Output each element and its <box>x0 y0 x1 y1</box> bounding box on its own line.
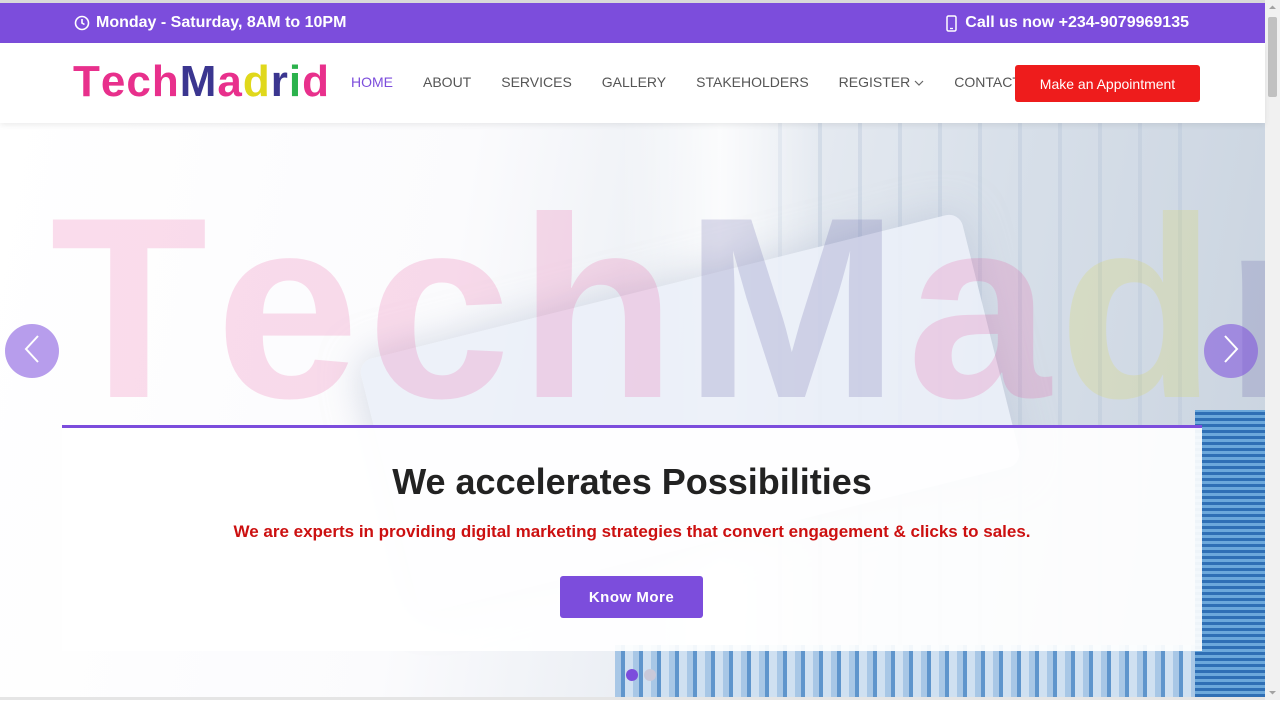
scrollbar-thumb[interactable] <box>1268 17 1277 97</box>
nav-item-label: SERVICES <box>501 74 572 90</box>
logo-letter: h <box>151 57 180 106</box>
make-appointment-button[interactable]: Make an Appointment <box>1015 65 1200 102</box>
logo-letter: i <box>288 57 303 106</box>
nav-item-stakeholders[interactable]: STAKEHOLDERS <box>696 74 809 90</box>
watermark-letter: M <box>684 163 908 452</box>
hero-background-city <box>615 645 1265 700</box>
slider-dot[interactable] <box>644 669 656 681</box>
watermark-letter: d <box>1058 163 1225 452</box>
hero-slider: TechMadrid We accelerates Possibilities … <box>0 123 1265 700</box>
watermark-letter: h <box>518 163 685 452</box>
hero-subtitle: We are experts in providing digital mark… <box>233 522 1031 541</box>
nav-item-label: GALLERY <box>601 74 667 90</box>
business-hours-text: Monday - Saturday, 8AM to 10PM <box>96 14 347 31</box>
nav-item-home[interactable]: HOME <box>351 74 393 90</box>
slider-dot[interactable] <box>626 669 638 681</box>
chevron-left-icon <box>23 334 41 369</box>
slider-prev-button[interactable] <box>5 324 59 378</box>
logo-letter: e <box>100 57 127 106</box>
top-info-bar: Monday - Saturday, 8AM to 10PM Call us n… <box>0 3 1265 43</box>
scroll-down-arrow-icon[interactable] <box>1265 685 1280 700</box>
phone-text[interactable]: Call us now +234-9079969135 <box>965 14 1189 32</box>
nav-item-label: HOME <box>351 74 393 90</box>
logo-letter: a <box>217 57 243 106</box>
main-navigation: HOME ABOUT SERVICES GALLERY STAKEHOLDERS REGI… <box>351 74 1051 90</box>
nav-item-label: ABOUT <box>423 74 472 90</box>
slider-next-button[interactable] <box>1204 324 1258 378</box>
logo-letter: r <box>270 57 289 106</box>
nav-item-contact[interactable]: CONTACT <box>954 74 1021 90</box>
logo-letter: c <box>126 57 152 106</box>
logo-letter: T <box>73 57 101 106</box>
nav-item-about[interactable]: ABOUT <box>423 74 471 90</box>
page-scrollbar[interactable] <box>1265 0 1280 700</box>
logo-letter: M <box>179 57 218 106</box>
phone-icon <box>946 14 958 32</box>
logo-letter: d <box>302 57 331 106</box>
watermark-letter: T <box>50 163 216 452</box>
nav-item-label: CONTACT <box>954 74 1021 90</box>
watermark-letter: r <box>1224 178 1265 438</box>
nav-item-gallery[interactable]: GALLERY <box>602 74 666 90</box>
chevron-down-icon <box>914 74 924 90</box>
scroll-up-arrow-icon[interactable] <box>1265 0 1280 15</box>
know-more-button[interactable]: Know More <box>560 576 703 618</box>
logo-watermark: TechMadrid <box>50 178 1265 438</box>
watermark-letter: c <box>367 163 519 452</box>
hero-title: We accelerates Possibilities <box>392 461 872 502</box>
techmadrid-logo[interactable]: TechMadrid <box>73 55 330 109</box>
slider-indicators <box>626 669 656 681</box>
chevron-right-icon <box>1222 334 1240 369</box>
watermark-letter: a <box>907 163 1059 452</box>
site-header: TechMadrid HOME ABOUT SERVICES GALLERY STAKE… <box>0 43 1265 123</box>
nav-item-label: REGISTER <box>838 74 911 90</box>
nav-item-label: STAKEHOLDERS <box>696 74 809 90</box>
business-hours: Monday - Saturday, 8AM to 10PM <box>74 14 346 32</box>
clock-icon <box>74 15 90 31</box>
hero-caption-box: We accelerates Possibilities We are expe… <box>62 425 1202 651</box>
hero-background-building <box>1195 410 1265 700</box>
logo-letter: d <box>242 57 271 106</box>
nav-item-services[interactable]: SERVICES <box>501 74 572 90</box>
watermark-letter: e <box>215 163 368 452</box>
nav-item-register[interactable]: REGISTER <box>839 74 925 90</box>
phone-contact[interactable]: Call us now +234-9079969135 <box>946 14 1189 32</box>
